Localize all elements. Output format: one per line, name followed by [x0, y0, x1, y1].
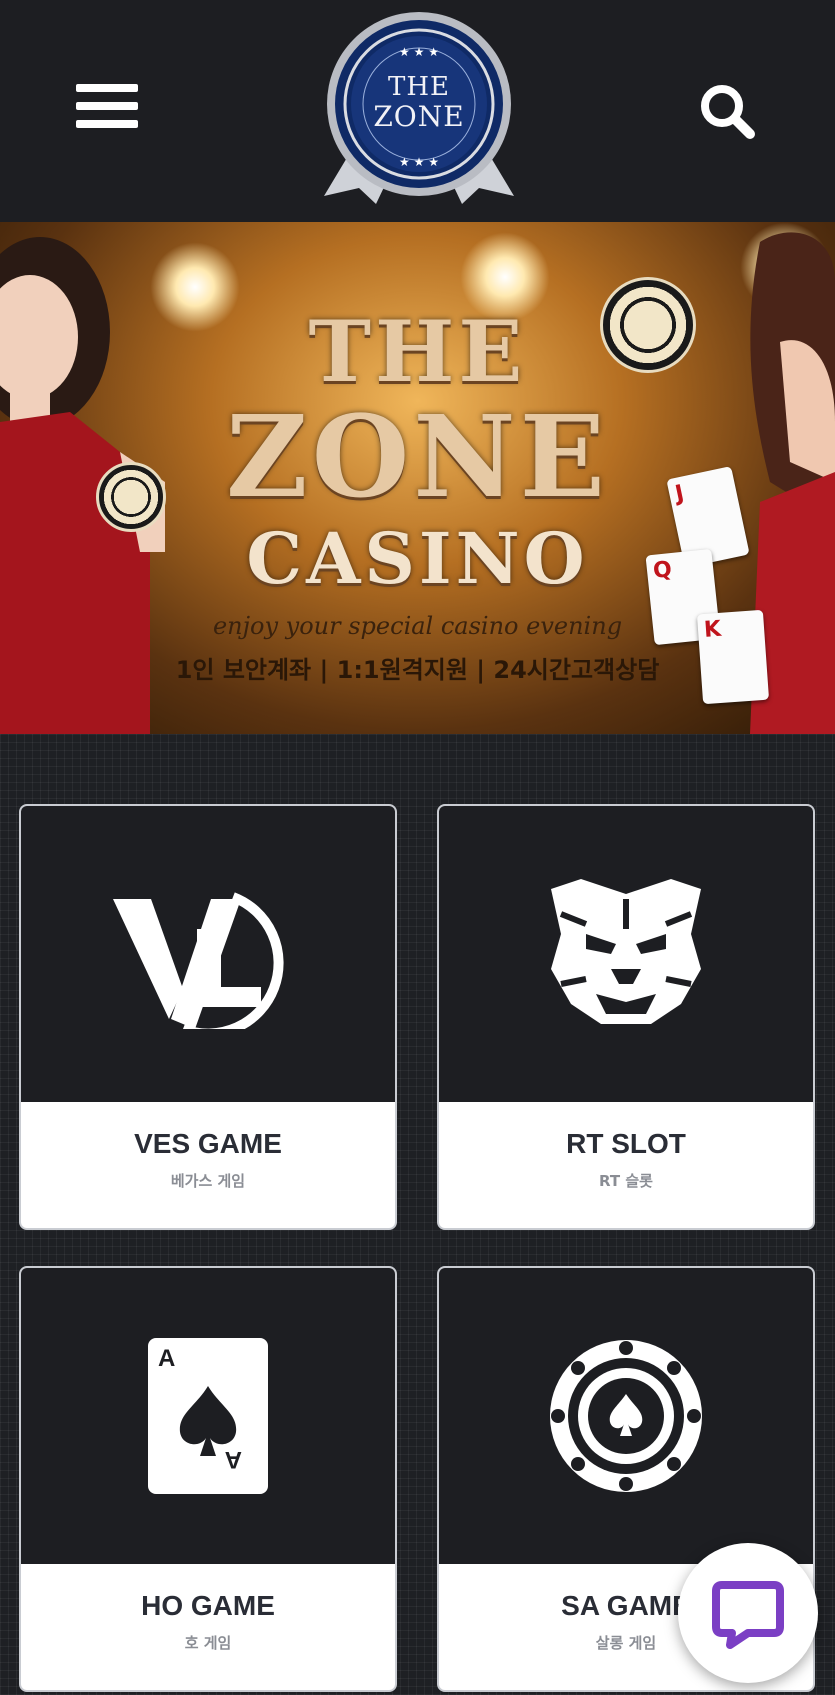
- svg-text:A: A: [158, 1345, 175, 1372]
- banner-tagline: enjoy your special casino evening: [212, 612, 623, 640]
- tiger-icon: [551, 879, 701, 1024]
- site-header: ★ ★ ★ ★ ★ ★ THE ZONE: [0, 0, 835, 222]
- game-subtitle: 베가스 게임: [170, 1172, 246, 1190]
- chat-bubble-icon[interactable]: [678, 1543, 818, 1683]
- ace-of-spades-icon: A A: [148, 1338, 268, 1494]
- banner-title-zone: ZONE: [225, 392, 610, 523]
- banner-title-casino: CASINO: [246, 517, 589, 600]
- game-card-ho[interactable]: A A HO GAME 호 게임: [19, 1266, 397, 1692]
- game-subtitle: RT 슬롯: [599, 1172, 653, 1190]
- game-title: HO GAME: [141, 1590, 275, 1621]
- game-subtitle: 호 게임: [184, 1634, 232, 1652]
- hero-banner[interactable]: J Q K THE ZONE CASINO enjoy your special…: [0, 222, 835, 734]
- game-thumb: [21, 806, 395, 1102]
- game-card-ves[interactable]: VES GAME 베가스 게임: [19, 804, 397, 1230]
- poker-chip-icon: [550, 1340, 702, 1492]
- game-title: RT SLOT: [566, 1128, 686, 1159]
- logo-text-the: THE: [388, 72, 450, 102]
- game-thumb: [439, 1268, 813, 1564]
- svg-text:★ ★ ★: ★ ★ ★: [399, 45, 439, 59]
- logo-text-zone: ZONE: [373, 100, 465, 133]
- game-thumb: [439, 806, 813, 1102]
- search-icon[interactable]: [698, 82, 758, 142]
- game-title: VES GAME: [134, 1128, 282, 1159]
- banner-title-the: THE: [308, 302, 527, 401]
- vl-logo-icon: [113, 892, 284, 1029]
- game-thumb: A A: [21, 1268, 395, 1564]
- hamburger-menu-icon[interactable]: [76, 80, 140, 132]
- game-grid: VES GAME 베가스 게임 RT SLOT RT 슬롯 A A HO GAM…: [0, 734, 835, 1695]
- svg-text:★ ★ ★: ★ ★ ★: [399, 155, 439, 169]
- game-card-rt[interactable]: RT SLOT RT 슬롯: [437, 804, 815, 1230]
- site-logo[interactable]: ★ ★ ★ ★ ★ ★ THE ZONE: [314, 6, 524, 206]
- svg-text:A: A: [225, 1446, 242, 1473]
- banner-features: 1인 보안계좌 | 1:1원격지원 | 24시간고객상담: [175, 656, 660, 684]
